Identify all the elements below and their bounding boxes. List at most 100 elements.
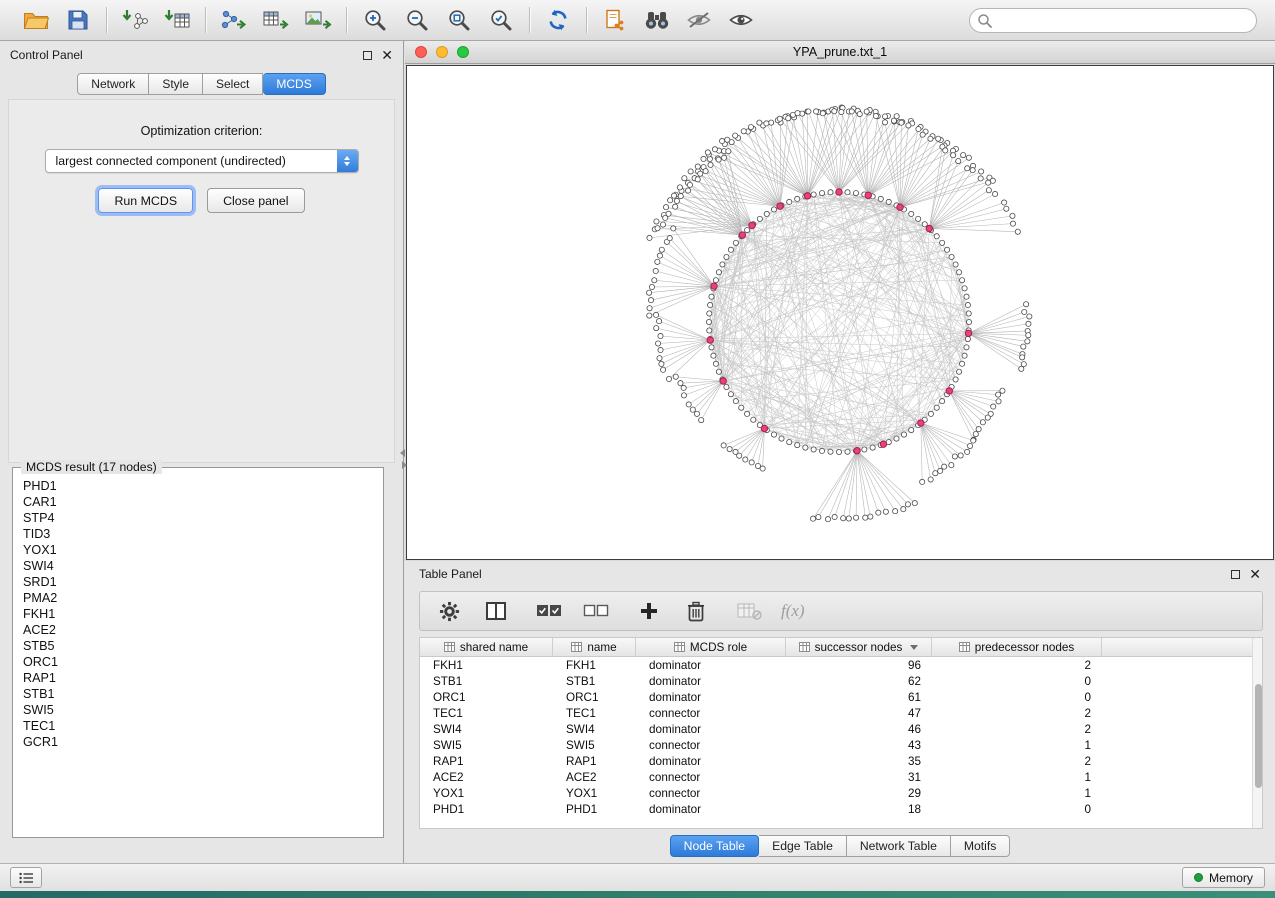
node-table: shared name name MCDS role successor nod… xyxy=(419,637,1263,829)
show-graphics-button[interactable] xyxy=(726,5,756,35)
tab-motifs[interactable]: Motifs xyxy=(951,835,1011,857)
mcds-result-list[interactable]: PHD1CAR1STP4TID3YOX1SWI4SRD1PMA2FKH1ACE2… xyxy=(23,478,375,829)
mcds-result-item[interactable]: RAP1 xyxy=(23,670,375,686)
table-cell: ORC1 xyxy=(553,691,636,704)
table-cell: ACE2 xyxy=(420,771,553,784)
export-table-button[interactable] xyxy=(261,5,291,35)
hide-annotations-button[interactable] xyxy=(684,5,714,35)
export-image-button[interactable] xyxy=(303,5,333,35)
mcds-result-item[interactable]: TEC1 xyxy=(23,718,375,734)
table-panel-title: Table Panel xyxy=(419,567,482,581)
splitter-handle[interactable] xyxy=(399,449,411,471)
column-header-successor-nodes[interactable]: successor nodes xyxy=(786,638,932,656)
table-cell: FKH1 xyxy=(420,659,553,672)
delete-column-button[interactable] xyxy=(681,596,711,626)
columns-icon xyxy=(485,601,507,621)
zoom-fit-button[interactable] xyxy=(444,5,474,35)
float-panel-icon[interactable] xyxy=(363,51,372,60)
mcds-result-item[interactable]: ACE2 xyxy=(23,622,375,638)
mcds-result-item[interactable]: SWI4 xyxy=(23,558,375,574)
table-row[interactable]: YOX1YOX1connector291 xyxy=(420,785,1262,801)
mcds-result-item[interactable]: CAR1 xyxy=(23,494,375,510)
search-input[interactable] xyxy=(969,8,1257,33)
mcds-result-item[interactable]: ORC1 xyxy=(23,654,375,670)
optimization-criterion-select[interactable]: largest connected component (undirected) xyxy=(45,149,359,173)
select-all-button[interactable] xyxy=(534,596,564,626)
task-history-button[interactable] xyxy=(10,867,42,888)
table-row[interactable]: STB1STB1dominator620 xyxy=(420,673,1262,689)
table-row[interactable]: SWI4SWI4dominator462 xyxy=(420,721,1262,737)
close-panel-button[interactable]: Close panel xyxy=(207,188,304,213)
import-table-button[interactable] xyxy=(162,5,192,35)
selected-option-label: largest connected component (undirected) xyxy=(46,154,337,168)
network-view[interactable] xyxy=(406,65,1274,560)
tab-mcds[interactable]: MCDS xyxy=(263,73,325,95)
mcds-result-item[interactable]: SRD1 xyxy=(23,574,375,590)
show-columns-button[interactable] xyxy=(481,596,511,626)
table-row[interactable]: ACE2ACE2connector311 xyxy=(420,769,1262,785)
float-table-panel-icon[interactable] xyxy=(1231,570,1240,579)
clone-network-button[interactable] xyxy=(600,5,630,35)
import-table-icon xyxy=(163,8,191,32)
find-button[interactable] xyxy=(642,5,672,35)
deselect-all-button[interactable] xyxy=(581,596,611,626)
mcds-result-item[interactable]: STP4 xyxy=(23,510,375,526)
close-panel-icon[interactable]: ✕ xyxy=(381,48,393,62)
table-cell: 61 xyxy=(786,691,932,704)
deselect-all-icon xyxy=(583,602,609,620)
table-cell: 18 xyxy=(786,803,932,816)
tab-style[interactable]: Style xyxy=(149,73,203,95)
mcds-result-item[interactable]: STB1 xyxy=(23,686,375,702)
table-row[interactable]: RAP1RAP1dominator352 xyxy=(420,753,1262,769)
save-session-button[interactable] xyxy=(63,5,93,35)
add-column-button[interactable] xyxy=(634,596,664,626)
zoom-fit-icon xyxy=(447,8,471,32)
mcds-result-item[interactable]: PHD1 xyxy=(23,478,375,494)
mcds-result-item[interactable]: GCR1 xyxy=(23,734,375,750)
column-header-shared-name[interactable]: shared name xyxy=(420,638,553,656)
tab-edge-table[interactable]: Edge Table xyxy=(759,835,847,857)
refresh-button[interactable] xyxy=(543,5,573,35)
zoom-out-button[interactable] xyxy=(402,5,432,35)
tab-select[interactable]: Select xyxy=(203,73,263,95)
table-row[interactable]: SWI5SWI5connector431 xyxy=(420,737,1262,753)
run-mcds-button[interactable]: Run MCDS xyxy=(98,188,193,213)
memory-button[interactable]: Memory xyxy=(1182,867,1265,888)
table-row[interactable]: FKH1FKH1dominator962 xyxy=(420,657,1262,673)
table-settings-button[interactable] xyxy=(434,596,464,626)
column-header-mcds-role[interactable]: MCDS role xyxy=(636,638,786,656)
close-table-panel-icon[interactable]: ✕ xyxy=(1249,567,1261,581)
table-row[interactable]: ORC1ORC1dominator610 xyxy=(420,689,1262,705)
mcds-result-item[interactable]: YOX1 xyxy=(23,542,375,558)
column-header-predecessor-nodes[interactable]: predecessor nodes xyxy=(932,638,1102,656)
scrollbar-thumb[interactable] xyxy=(1255,684,1262,788)
zoom-in-button[interactable] xyxy=(360,5,390,35)
sort-caret-icon[interactable] xyxy=(910,645,918,650)
mcds-result-item[interactable]: PMA2 xyxy=(23,590,375,606)
table-row[interactable]: PHD1PHD1dominator180 xyxy=(420,801,1262,817)
tab-network-table[interactable]: Network Table xyxy=(847,835,951,857)
table-row[interactable]: TEC1TEC1connector472 xyxy=(420,705,1262,721)
table-cell: PHD1 xyxy=(420,803,553,816)
table-cell: 0 xyxy=(932,675,1102,688)
mcds-result-item[interactable]: STB5 xyxy=(23,638,375,654)
table-cell: ORC1 xyxy=(420,691,553,704)
network-titlebar[interactable]: YPA_prune.txt_1 xyxy=(405,41,1275,64)
delete-table-icon xyxy=(737,601,762,621)
mcds-result-item[interactable]: TID3 xyxy=(23,526,375,542)
column-header-name[interactable]: name xyxy=(553,638,636,656)
mcds-result-item[interactable]: SWI5 xyxy=(23,702,375,718)
open-session-button[interactable] xyxy=(21,5,51,35)
export-network-button[interactable] xyxy=(219,5,249,35)
table-scrollbar[interactable] xyxy=(1252,638,1262,828)
tab-network[interactable]: Network xyxy=(77,73,149,95)
zoom-selected-button[interactable] xyxy=(486,5,516,35)
network-nodes[interactable] xyxy=(646,105,1031,522)
import-network-button[interactable] xyxy=(120,5,150,35)
mcds-result-box: MCDS result (17 nodes) PHD1CAR1STP4TID3Y… xyxy=(12,467,384,838)
tab-node-table[interactable]: Node Table xyxy=(670,835,759,857)
mcds-result-item[interactable]: FKH1 xyxy=(23,606,375,622)
table-cell: 29 xyxy=(786,787,932,800)
column-label: name xyxy=(587,641,616,654)
network-graph[interactable] xyxy=(407,66,1273,559)
